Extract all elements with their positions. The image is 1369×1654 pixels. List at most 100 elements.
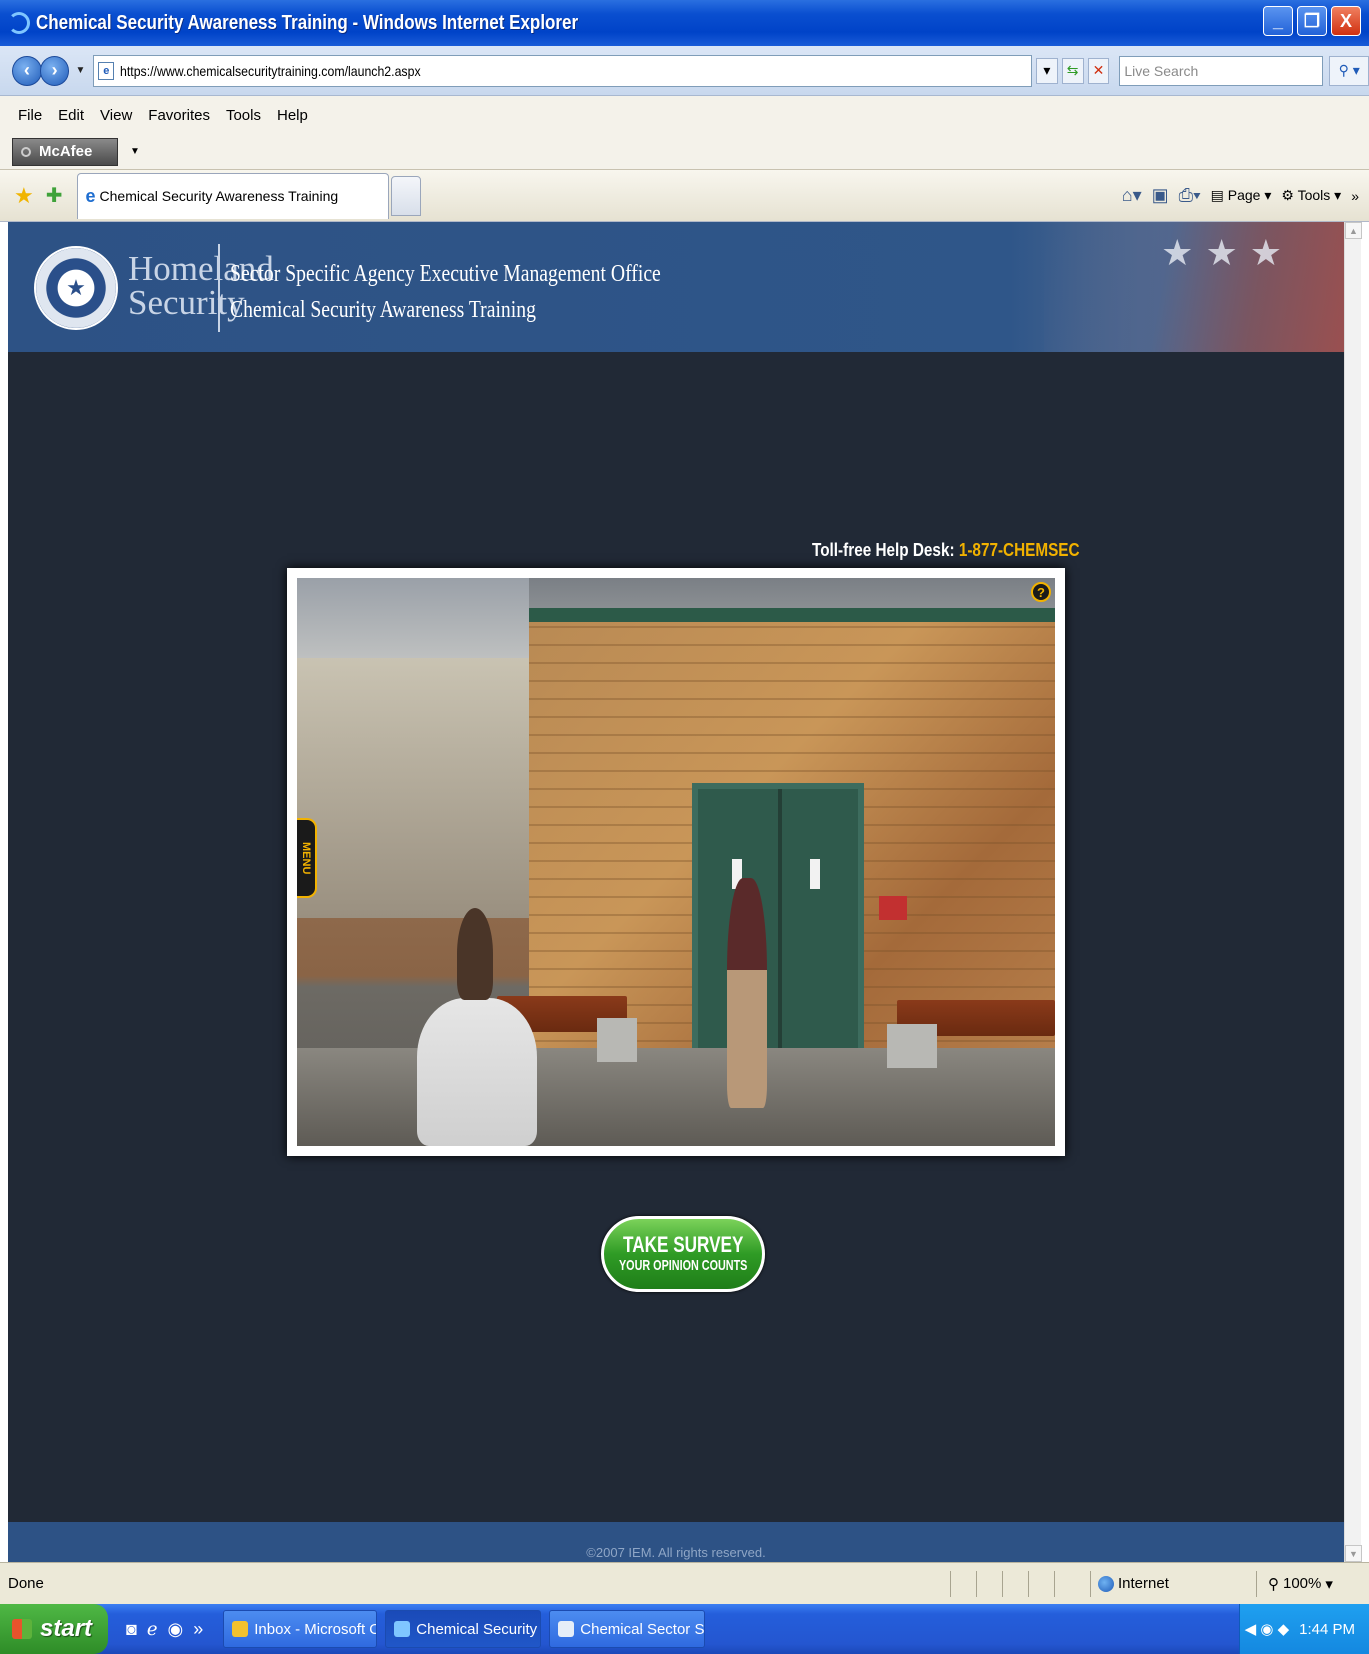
tray-icons[interactable]: ◀ ◉ ◆: [1245, 1620, 1290, 1638]
new-tab-button[interactable]: [390, 175, 421, 216]
zoom-icon: ⚲: [1268, 1575, 1279, 1593]
refresh-icon: ⇆: [1066, 62, 1079, 78]
scene-man: [727, 878, 767, 1108]
desktop-icon[interactable]: ◙: [126, 1619, 137, 1640]
tab-bar: ★ ✚ e Chemical Security Awareness Traini…: [0, 170, 1369, 222]
stop-button[interactable]: ✕: [1087, 57, 1110, 84]
helpdesk-number: 1-877-CHEMSEC: [958, 540, 1080, 560]
feeds-icon[interactable]: ▣: [1152, 185, 1169, 206]
restore-button[interactable]: ❐: [1297, 6, 1327, 36]
globe-icon: [1098, 1575, 1114, 1592]
search-input[interactable]: Live Search: [1119, 55, 1324, 86]
page-icon: e: [98, 61, 115, 80]
scroll-up-icon[interactable]: ▲: [1345, 222, 1362, 239]
zoom-control[interactable]: ⚲ 100% ▾: [1268, 1575, 1333, 1593]
take-survey-button[interactable]: TAKE SURVEY YOUR OPINION COUNTS: [601, 1216, 765, 1292]
home-icon[interactable]: ⌂▾: [1122, 185, 1142, 206]
stop-icon: ✕: [1092, 62, 1105, 78]
menu-bar: File Edit View Favorites Tools Help: [0, 96, 1369, 134]
address-toolbar: ‹ › ▼ e https://www.chemicalsecuritytrai…: [0, 46, 1369, 96]
menu-edit[interactable]: Edit: [58, 107, 84, 124]
mcafee-button[interactable]: McAfee: [12, 137, 118, 166]
simulation-menu-tab[interactable]: MENU: [297, 818, 317, 898]
survey-subtitle: YOUR OPINION COUNTS: [618, 1257, 748, 1274]
refresh-button[interactable]: ⇆: [1061, 57, 1084, 84]
search-button[interactable]: ⚲ ▾: [1329, 55, 1369, 86]
taskbar-item-ie[interactable]: Chemical Security Aw...: [385, 1610, 542, 1648]
scene-ground: [297, 1048, 1055, 1146]
tools-menu[interactable]: ⚙ Tools ▾: [1281, 187, 1341, 204]
survey-title: TAKE SURVEY: [622, 1232, 744, 1257]
page-menu[interactable]: ▤ Page ▾: [1211, 187, 1272, 204]
tab-chemical-security[interactable]: e Chemical Security Awareness Training: [76, 172, 389, 219]
minimize-button[interactable]: _: [1263, 6, 1293, 36]
menu-view[interactable]: View: [100, 107, 132, 124]
quick-launch: ◙ ℯ ◉ »: [126, 1619, 203, 1640]
tools-menu-label: Tools: [1297, 187, 1331, 203]
document-icon: [558, 1621, 575, 1637]
tools-gear-icon: ⚙: [1281, 187, 1294, 203]
scene-sign: [879, 896, 907, 920]
recent-pages-dropdown[interactable]: ▼: [75, 65, 85, 76]
task-label: Inbox - Microsoft Out...: [254, 1620, 376, 1638]
search-icon: ⚲ ▾: [1338, 62, 1360, 78]
forward-button[interactable]: ›: [39, 55, 70, 86]
address-dropdown[interactable]: ▾: [1035, 57, 1058, 84]
media-player-icon[interactable]: ◉: [168, 1619, 184, 1640]
command-bar: ⌂▾ ▣ ⎙▾ ▤ Page ▾ ⚙ Tools ▾ »: [1122, 185, 1359, 206]
tab-label: Chemical Security Awareness Training: [99, 188, 339, 204]
start-label: start: [40, 1615, 93, 1642]
simulation-scene[interactable]: MENU ?: [297, 578, 1055, 1146]
site-header: ★ Homeland Security Sector Specific Agen…: [8, 222, 1344, 352]
address-bar[interactable]: e https://www.chemicalsecuritytraining.c…: [93, 54, 1032, 87]
task-label: Chemical Security Aw...: [416, 1620, 540, 1638]
windows-flag-icon: [12, 1619, 32, 1639]
mcafee-icon: [21, 146, 31, 157]
address-url[interactable]: https://www.chemicalsecuritytraining.com…: [120, 63, 421, 79]
add-favorites-icon[interactable]: ✚: [46, 183, 63, 208]
office-line1: Sector Specific Agency Executive Managem…: [230, 261, 661, 287]
status-text: Done: [8, 1575, 44, 1592]
scene-door: [692, 783, 864, 1058]
scroll-down-icon[interactable]: ▼: [1345, 1545, 1362, 1562]
close-button[interactable]: X: [1331, 6, 1361, 36]
window-titlebar: Chemical Security Awareness Training - W…: [0, 0, 1369, 46]
helpdesk-label: Toll-free Help Desk:: [812, 540, 955, 560]
menu-tools[interactable]: Tools: [226, 107, 261, 124]
chevron-more-icon[interactable]: »: [193, 1619, 203, 1640]
print-icon[interactable]: ⎙▾: [1179, 185, 1201, 206]
mcafee-dropdown[interactable]: ▼: [130, 146, 140, 157]
ie-icon: [8, 12, 30, 34]
security-zone[interactable]: Internet: [1098, 1575, 1169, 1592]
menu-help[interactable]: Help: [277, 107, 308, 124]
training-simulation[interactable]: MENU ?: [287, 568, 1065, 1156]
header-divider: [218, 244, 220, 332]
vertical-scrollbar[interactable]: ▲ ▼: [1344, 222, 1362, 1562]
taskbar-item-document[interactable]: Chemical Sector Secu...: [549, 1610, 706, 1648]
favorites-star-icon[interactable]: ★: [14, 183, 34, 209]
zoom-dropdown-icon: ▾: [1325, 1575, 1333, 1593]
mcafee-toolbar: McAfee ▼: [0, 134, 1369, 170]
windows-taskbar: start ◙ ℯ ◉ » Inbox - Microsoft Out... C…: [0, 1604, 1369, 1654]
site-footer: ©2007 IEM. All rights reserved.: [8, 1522, 1344, 1562]
status-bar: Done Internet ⚲ 100% ▾: [0, 1562, 1369, 1604]
zoom-level: 100%: [1283, 1575, 1322, 1592]
start-button[interactable]: start: [0, 1604, 108, 1654]
mcafee-label: McAfee: [39, 143, 93, 160]
page-icon: ▤: [1210, 187, 1224, 203]
window-title: Chemical Security Awareness Training - W…: [36, 11, 579, 34]
copyright-text: ©2007 IEM. All rights reserved.: [586, 1545, 766, 1560]
taskbar-item-outlook[interactable]: Inbox - Microsoft Out...: [223, 1610, 378, 1648]
ie-icon[interactable]: ℯ: [147, 1619, 158, 1640]
forward-icon: ›: [51, 60, 58, 80]
task-label: Chemical Sector Secu...: [580, 1620, 705, 1638]
menu-favorites[interactable]: Favorites: [148, 107, 210, 124]
scene-woman: [417, 998, 537, 1146]
chevron-more-icon[interactable]: »: [1351, 188, 1359, 204]
outlook-icon: [232, 1621, 249, 1637]
help-icon[interactable]: ?: [1031, 582, 1051, 602]
menu-file[interactable]: File: [18, 107, 42, 124]
dhs-seal-icon: ★: [34, 246, 118, 330]
zone-label: Internet: [1118, 1575, 1169, 1592]
back-button[interactable]: ‹: [12, 55, 42, 86]
